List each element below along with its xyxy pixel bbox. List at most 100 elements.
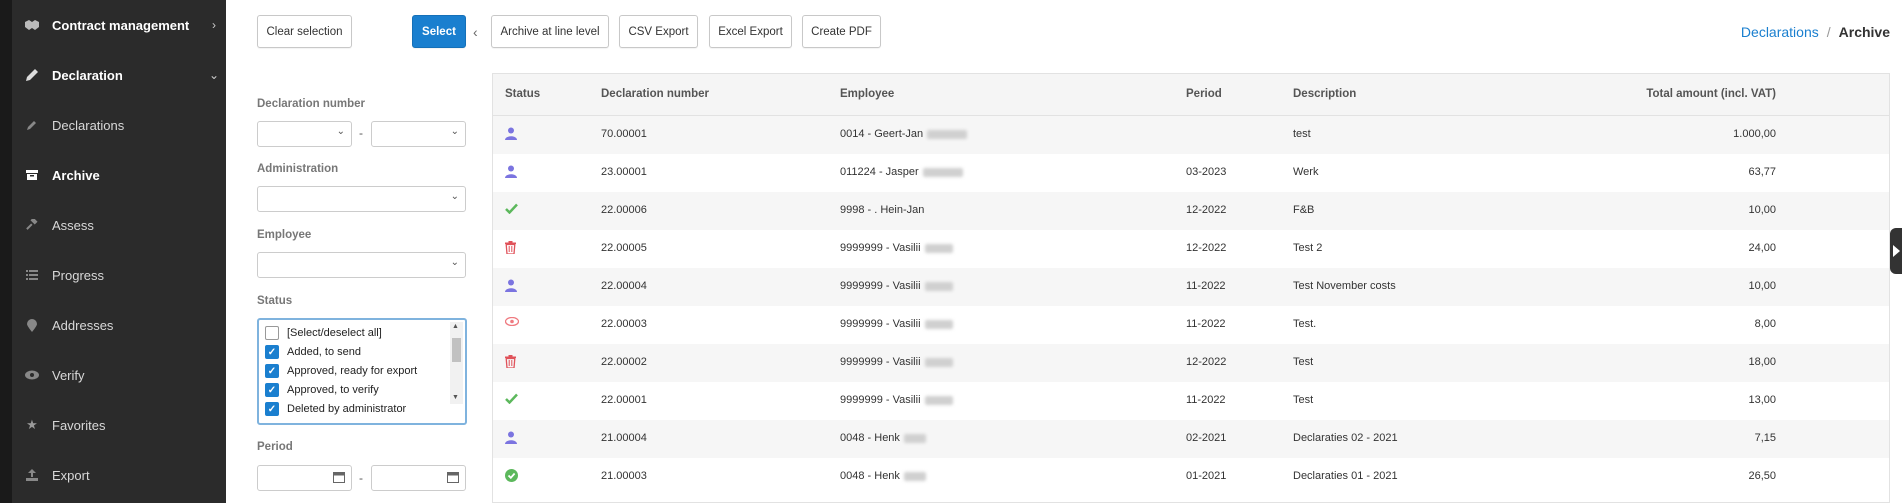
status-check-icon: [505, 203, 519, 217]
cell-period: 03-2023: [1186, 166, 1227, 178]
employee-name: 0048 - Henk: [840, 470, 900, 482]
declaration-number-to-select[interactable]: ⌄: [371, 121, 466, 147]
nav-label: Archive: [52, 167, 100, 183]
checkbox[interactable]: ✓: [265, 402, 279, 416]
cell-period: 12-2022: [1186, 204, 1227, 216]
status-option[interactable]: ✓ Deleted by administrator: [265, 402, 406, 416]
archive-line-level-button[interactable]: Archive at line level: [491, 15, 609, 48]
redacted-name: [903, 433, 926, 443]
table-row[interactable]: 22.00001 9999999 - Vasilii 11-2022 Test 13,0…: [493, 382, 1889, 420]
employee-name: 9999999 - Vasilii: [840, 280, 921, 292]
cell-declaration-number: 22.00004: [601, 280, 647, 292]
scroll-down-icon[interactable]: ▼: [452, 394, 459, 401]
cell-description: Declaraties 01 - 2021: [1293, 470, 1398, 482]
table-row[interactable]: 22.00005 9999999 - Vasilii 12-2022 Test 2 24…: [493, 230, 1889, 268]
redacted-name: [924, 395, 953, 405]
nav-progress[interactable]: Progress: [12, 250, 226, 300]
cell-declaration-number: 21.00003: [601, 470, 647, 482]
table-row[interactable]: 22.00006 9998 - . Hein-Jan 12-2022 F&B 10,00: [493, 192, 1889, 230]
archive-icon: [12, 169, 52, 181]
side-panel-toggle[interactable]: [1890, 228, 1902, 274]
create-pdf-button[interactable]: Create PDF: [802, 15, 881, 48]
nav-archive[interactable]: Archive: [12, 150, 226, 200]
chevron-down-icon: ⌄: [450, 257, 459, 268]
status-trash-icon: [505, 355, 519, 369]
eye-icon: [12, 370, 52, 380]
cell-declaration-number: 22.00002: [601, 356, 647, 368]
checkbox[interactable]: ✓: [265, 364, 279, 378]
map-pin-icon: [12, 318, 52, 332]
cell-total-amount: 10,00: [1748, 280, 1776, 292]
nav-assess[interactable]: Assess: [12, 200, 226, 250]
calendar-icon[interactable]: [447, 471, 459, 486]
nav-label: Contract management: [52, 17, 190, 33]
status-option[interactable]: ✓ Added, to send: [265, 345, 361, 359]
range-dash: -: [359, 471, 363, 485]
cell-employee: 9999999 - Vasilii: [840, 394, 953, 406]
nav-label: Favorites: [52, 417, 106, 433]
col-total-amount[interactable]: Total amount (incl. VAT): [1646, 88, 1776, 100]
calendar-icon[interactable]: [333, 471, 345, 486]
chevron-down-icon: ⌄: [208, 68, 220, 82]
nav-addresses[interactable]: Addresses: [12, 300, 226, 350]
administration-label: Administration: [257, 163, 339, 175]
col-description[interactable]: Description: [1293, 88, 1356, 100]
checkbox[interactable]: ✓: [265, 345, 279, 359]
table-row[interactable]: 21.00003 0048 - Henk 01-2021 Declaraties 01…: [493, 458, 1889, 496]
clear-selection-button[interactable]: Clear selection: [257, 15, 352, 48]
cell-period: 11-2022: [1186, 280, 1226, 292]
status-option[interactable]: ✓ Approved, to verify: [265, 383, 379, 397]
cell-period: 11-2022: [1186, 318, 1226, 330]
redacted-name: [922, 167, 963, 177]
cell-employee: 9999999 - Vasilii: [840, 318, 953, 330]
select-button[interactable]: Select: [412, 15, 466, 48]
cell-total-amount: 10,00: [1748, 204, 1776, 216]
col-period[interactable]: Period: [1186, 88, 1222, 100]
cell-description: Declaraties 02 - 2021: [1293, 432, 1398, 444]
employee-select[interactable]: ⌄: [257, 252, 466, 278]
declaration-number-from-select[interactable]: ⌄: [257, 121, 352, 147]
chevron-right-icon: ›: [212, 18, 216, 32]
checkbox[interactable]: ✓: [265, 383, 279, 397]
col-declaration-number[interactable]: Declaration number: [601, 88, 709, 100]
redacted-name: [924, 319, 953, 329]
scroll-up-icon[interactable]: ▲: [452, 323, 459, 330]
period-to-input[interactable]: [371, 465, 466, 491]
nav-declaration[interactable]: Declaration ⌄: [12, 50, 226, 100]
administration-select[interactable]: ⌄: [257, 186, 466, 212]
nav-verify[interactable]: Verify: [12, 350, 226, 400]
nav-favorites[interactable]: ★ Favorites: [12, 400, 226, 450]
nav-label: Export: [52, 467, 90, 483]
scroll-thumb[interactable]: [452, 338, 461, 362]
table-row[interactable]: 22.00003 9999999 - Vasilii 11-2022 Test. 8,0…: [493, 306, 1889, 344]
status-option[interactable]: [Select/deselect all]: [265, 326, 382, 340]
employee-label: Employee: [257, 229, 312, 241]
breadcrumb-declarations-link[interactable]: Declarations: [1741, 24, 1819, 40]
csv-export-button[interactable]: CSV Export: [619, 15, 698, 48]
chevron-left-icon[interactable]: ‹: [473, 24, 478, 40]
table-row[interactable]: 23.00001 011224 - Jasper 03-2023 Werk 63,77: [493, 154, 1889, 192]
nav-contract-management[interactable]: Contract management ›: [12, 0, 226, 50]
table-row[interactable]: 22.00004 9999999 - Vasilii 11-2022 Test Nov…: [493, 268, 1889, 306]
period-from-input[interactable]: [257, 465, 352, 491]
excel-export-button[interactable]: Excel Export: [709, 15, 792, 48]
col-employee[interactable]: Employee: [840, 88, 894, 100]
table-row[interactable]: 22.00002 9999999 - Vasilii 12-2022 Test 18,0…: [493, 344, 1889, 382]
checkbox[interactable]: [265, 326, 279, 340]
status-option[interactable]: ✓ Approved, ready for export: [265, 364, 417, 378]
nav-declarations[interactable]: Declarations: [12, 100, 226, 150]
table-row[interactable]: 70.00001 0014 - Geert-Jan test 1.000,00: [493, 116, 1889, 154]
cell-employee: 0048 - Henk: [840, 470, 926, 482]
cell-total-amount: 13,00: [1748, 394, 1776, 406]
redacted-name: [924, 243, 953, 253]
status-multiselect[interactable]: [Select/deselect all] ✓ Added, to send ✓…: [257, 318, 467, 425]
scrollbar[interactable]: ▲ ▼: [450, 322, 463, 404]
employee-name: 0014 - Geert-Jan: [840, 128, 924, 140]
employee-name: 9999999 - Vasilii: [840, 356, 921, 368]
cell-description: Test 2: [1293, 242, 1323, 254]
nav-export[interactable]: Export: [12, 450, 226, 500]
declaration-number-label: Declaration number: [257, 98, 365, 110]
table-row[interactable]: 21.00004 0048 - Henk 02-2021 Declaraties 02…: [493, 420, 1889, 458]
cell-description: Test November costs: [1293, 280, 1396, 292]
col-status[interactable]: Status: [505, 88, 540, 100]
